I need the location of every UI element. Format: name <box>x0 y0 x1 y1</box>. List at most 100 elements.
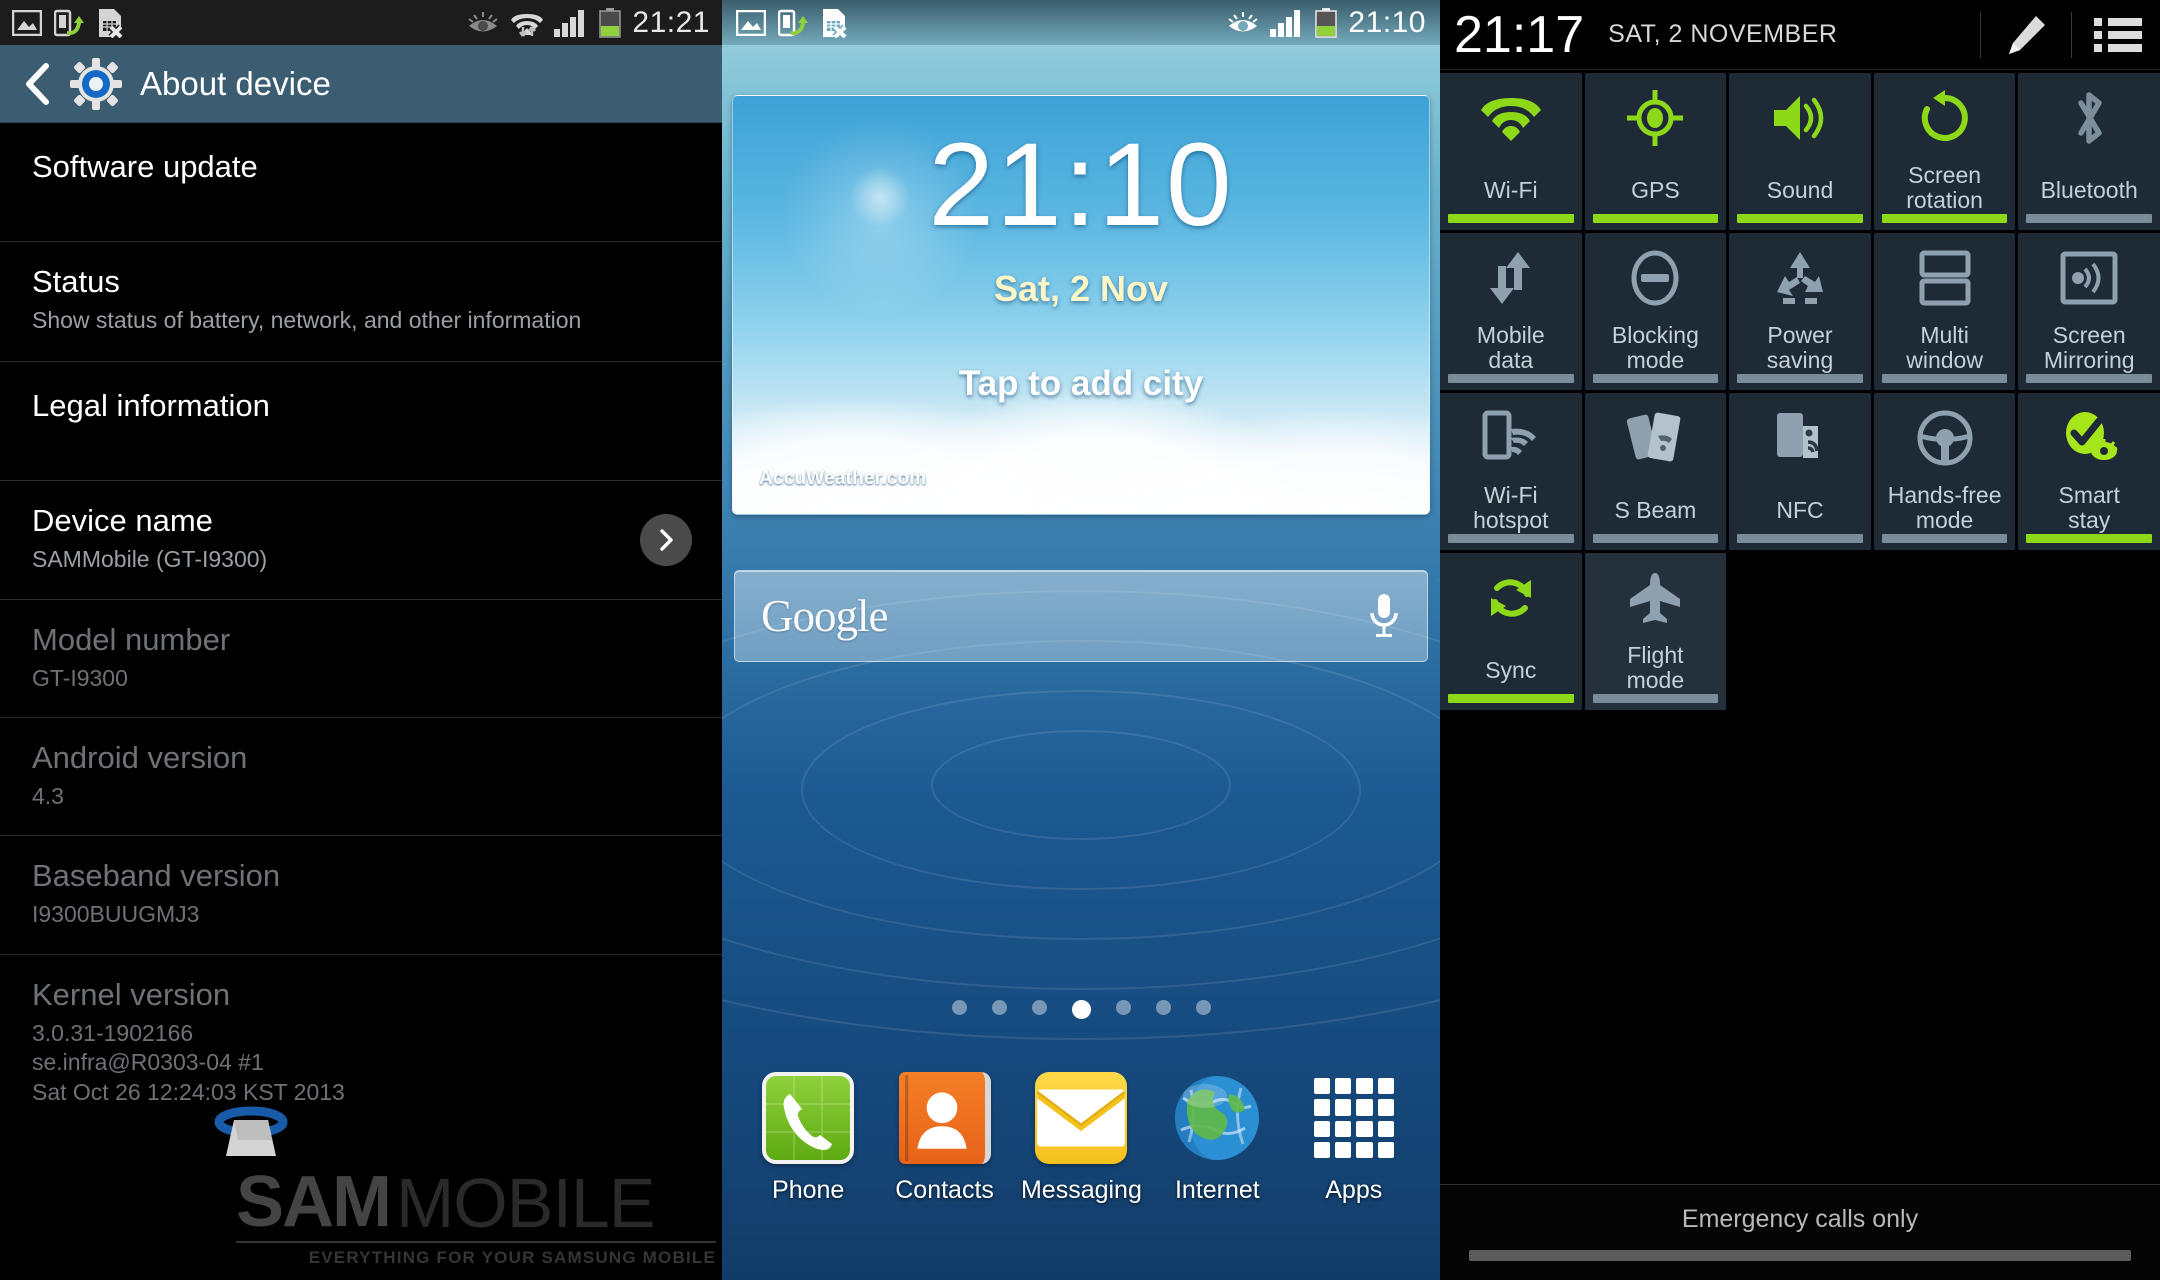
list-item-subtitle: I9300BUUGMJ3 <box>32 901 200 928</box>
page-dot[interactable] <box>1115 1000 1131 1015</box>
quick-toggle-screen-rotation[interactable]: Screen rotation <box>1873 73 2016 230</box>
quick-toggle-nfc[interactable]: NFC <box>1729 393 1871 550</box>
page-title: About device <box>140 64 331 102</box>
toggle-label: Hands-free mode <box>1887 481 2002 534</box>
dock-item-apps[interactable]: Apps <box>1294 1072 1414 1205</box>
speaker-icon <box>1770 87 1830 149</box>
page-dot[interactable] <box>1031 1000 1047 1015</box>
notification-clock: 21:17 <box>1454 5 1585 64</box>
quick-toggle-flight-mode[interactable]: Flight mode <box>1584 553 1727 710</box>
notification-date: SAT, 2 NOVEMBER <box>1608 20 1838 48</box>
quick-toggle-hands-free-mode[interactable]: Hands-free mode <box>1873 393 2016 550</box>
page-dot[interactable] <box>951 1000 967 1015</box>
list-item-baseband-version: Baseband version I9300BUUGMJ3 <box>0 836 722 955</box>
list-item-software-update[interactable]: Software update <box>0 123 722 242</box>
settings-gear-icon <box>70 57 122 110</box>
list-item-android-version: Android version 4.3 <box>0 718 722 837</box>
list-menu-icon[interactable] <box>2094 15 2142 55</box>
s-beam-icon <box>1625 407 1685 469</box>
watermark-brand-bold: SAM <box>236 1161 392 1242</box>
split-window-icon <box>1919 247 1971 309</box>
settings-about-device-panel: 21:21 About device Software update Statu… <box>0 0 722 1280</box>
list-item-title: Legal information <box>32 388 270 424</box>
list-item-title: Baseband version <box>32 858 281 894</box>
list-item-model-number: Model number GT-I9300 <box>0 600 722 719</box>
envelope-icon <box>1034 1072 1127 1164</box>
app-grid-icon <box>1308 1072 1400 1164</box>
action-bar: About device <box>0 45 722 123</box>
app-dock: Phone Contacts Messaging Internet Apps <box>722 1072 1440 1262</box>
dock-item-messaging[interactable]: Messaging <box>1021 1072 1142 1205</box>
smart-stay-icon <box>2059 407 2119 469</box>
status-bar: 21:21 <box>0 0 722 45</box>
list-item-subtitle: 4.3 <box>32 783 64 810</box>
quick-toggle-gps[interactable]: GPS <box>1584 73 1727 230</box>
list-item-title: Status <box>32 263 120 299</box>
wifi-transfer-icon <box>510 8 544 38</box>
dock-item-label: Internet <box>1174 1176 1260 1204</box>
list-item-subtitle: SAMMobile (GT-I9300) <box>32 546 268 573</box>
widget-add-city-hint[interactable]: Tap to add city <box>733 364 1429 404</box>
toggle-status-bar <box>2026 374 2152 383</box>
airplane-icon <box>1625 567 1685 629</box>
quick-settings-grid: Wi-Fi GPS Sound Screen rotation Bluetoot… <box>1440 70 2160 710</box>
quick-toggle-multi-window[interactable]: Multi window <box>1873 233 2016 390</box>
sim-card-error-icon <box>96 8 124 38</box>
notification-footer: Emergency calls only <box>1440 1184 2160 1280</box>
toggle-status-bar <box>1448 694 1574 703</box>
three-panel-screenshot: 21:21 About device Software update Statu… <box>0 0 2160 1280</box>
quick-toggle-screen-mirroring[interactable]: Screen Mirroring <box>2018 233 2160 390</box>
quick-toggle-mobile-data[interactable]: Mobile data <box>1440 233 1582 390</box>
list-item-title: Android version <box>32 740 248 776</box>
status-bar-right-icons: 21:21 <box>466 6 710 40</box>
widget-date: Sat, 2 Nov <box>993 268 1169 309</box>
page-dot[interactable] <box>991 1000 1007 1015</box>
contacts-book-icon <box>898 1072 991 1164</box>
quick-toggle-wifi-hotspot[interactable]: Wi-Fi hotspot <box>1440 393 1582 550</box>
toggle-status-bar <box>2026 214 2152 223</box>
sync-icon <box>1483 567 1539 629</box>
dock-item-internet[interactable]: Internet <box>1157 1072 1277 1205</box>
quick-toggle-sound[interactable]: Sound <box>1729 73 1871 230</box>
quick-settings-empty-slot <box>1873 553 2016 710</box>
drag-handle[interactable] <box>1469 1249 2131 1261</box>
dock-item-contacts[interactable]: Contacts <box>885 1072 1005 1205</box>
quick-toggle-smart-stay[interactable]: Smart stay <box>2018 393 2160 550</box>
microphone-icon[interactable] <box>1367 591 1401 641</box>
quick-toggle-bluetooth[interactable]: Bluetooth <box>2018 73 2160 230</box>
screen-share-icon <box>778 9 808 37</box>
list-item-title: Model number <box>32 621 231 657</box>
chevron-right-icon[interactable] <box>640 513 692 566</box>
pencil-icon[interactable] <box>2003 12 2049 58</box>
smart-stay-eye-icon <box>1226 10 1260 36</box>
notification-header-actions <box>1958 11 2146 58</box>
toggle-label: Sync <box>1485 657 1537 684</box>
toggle-label: Blocking mode <box>1611 321 1699 374</box>
quick-toggle-blocking-mode[interactable]: Blocking mode <box>1584 233 1727 390</box>
list-item-legal-information[interactable]: Legal information <box>0 362 722 482</box>
weather-clock-widget[interactable]: 21:10 Sat, 2 Nov Tap to add city AccuWea… <box>732 95 1430 515</box>
wifi-icon <box>1480 87 1542 149</box>
toggle-label: Smart stay <box>2058 481 2120 534</box>
page-dot[interactable] <box>1195 1000 1211 1015</box>
quick-toggle-s-beam[interactable]: S Beam <box>1584 393 1727 550</box>
toggle-status-bar <box>1592 374 1719 383</box>
rotate-ccw-icon <box>1917 87 1973 149</box>
quick-toggle-wifi[interactable]: Wi-Fi <box>1440 73 1582 230</box>
page-dot[interactable] <box>1155 1000 1171 1015</box>
quick-toggle-sync[interactable]: Sync <box>1440 553 1582 710</box>
toggle-status-bar <box>1881 214 2008 223</box>
list-item-status[interactable]: Status Show status of battery, network, … <box>0 242 722 363</box>
google-search-bar[interactable]: Google <box>734 570 1428 662</box>
globe-icon <box>1171 1072 1263 1164</box>
list-item-title: Kernel version <box>32 976 231 1012</box>
page-dot-active[interactable] <box>1071 1000 1091 1019</box>
list-item-device-name[interactable]: Device name SAMMobile (GT-I9300) <box>0 481 722 600</box>
data-arrows-icon <box>1484 247 1538 309</box>
dock-item-phone[interactable]: Phone <box>748 1072 868 1205</box>
back-chevron-icon[interactable] <box>22 62 52 105</box>
screen-share-icon <box>54 9 84 37</box>
quick-toggle-power-saving[interactable]: Power saving <box>1729 233 1871 390</box>
status-bar-clock: 21:21 <box>632 5 710 39</box>
signal-bars-icon <box>554 9 588 37</box>
